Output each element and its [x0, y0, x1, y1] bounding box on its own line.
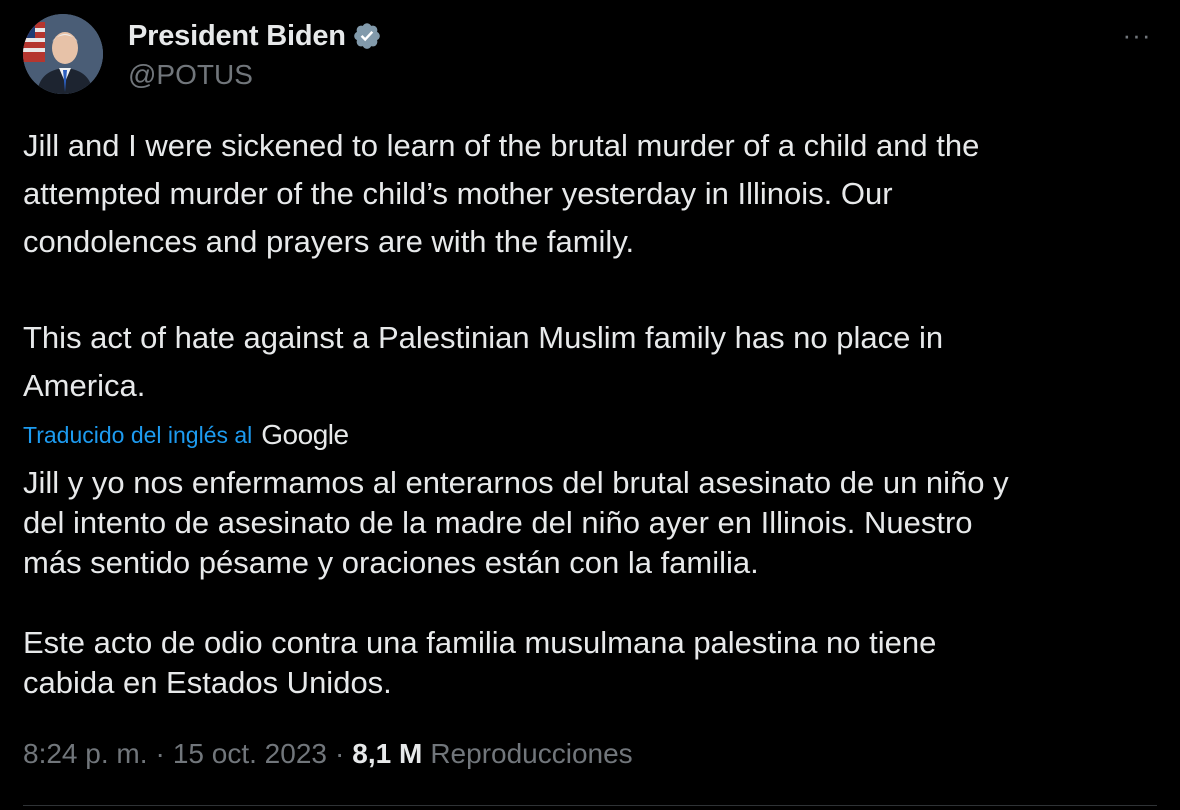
tweet-header: President Biden @POTUS ···: [23, 14, 1157, 96]
translated-text: Jill y yo nos enfermamos al enterarnos d…: [23, 463, 1153, 703]
avatar-image: [23, 14, 103, 94]
translated-paragraph: Este acto de odio contra una familia mus…: [23, 625, 937, 700]
views-label[interactable]: Reproducciones: [430, 738, 632, 770]
divider: [23, 805, 1157, 806]
more-label: ···: [1122, 19, 1152, 50]
verified-badge-icon[interactable]: [352, 21, 382, 51]
tweet-date[interactable]: 15 oct. 2023: [173, 738, 327, 770]
tweet-meta: 8:24 p. m. · 15 oct. 2023 · 8,1 M Reprod…: [23, 736, 633, 772]
tweet: President Biden @POTUS ··· Jill and I we…: [0, 0, 1180, 810]
more-horizontal-icon[interactable]: ···: [1117, 20, 1157, 50]
tweet-paragraph: This act of hate against a Palestinian M…: [23, 320, 944, 403]
tweet-paragraph: Jill and I were sickened to learn of the…: [23, 128, 980, 259]
translation-label: Traducido del inglés al: [23, 421, 253, 448]
google-logo: Google: [261, 419, 349, 450]
translated-paragraph: Jill y yo nos enfermamos al enterarnos d…: [23, 465, 1009, 580]
author-handle[interactable]: @POTUS: [128, 59, 253, 91]
author-name-row: President Biden: [128, 18, 382, 54]
tweet-time[interactable]: 8:24 p. m.: [23, 738, 148, 770]
translation-attribution[interactable]: Traducido del inglés al Google: [23, 419, 349, 451]
meta-separator: ·: [334, 738, 345, 769]
author-display-name[interactable]: President Biden: [128, 20, 346, 53]
meta-separator: ·: [155, 738, 165, 769]
views-count[interactable]: 8,1 M: [352, 738, 422, 770]
avatar[interactable]: [23, 14, 103, 94]
tweet-text: Jill and I were sickened to learn of the…: [23, 122, 1143, 410]
